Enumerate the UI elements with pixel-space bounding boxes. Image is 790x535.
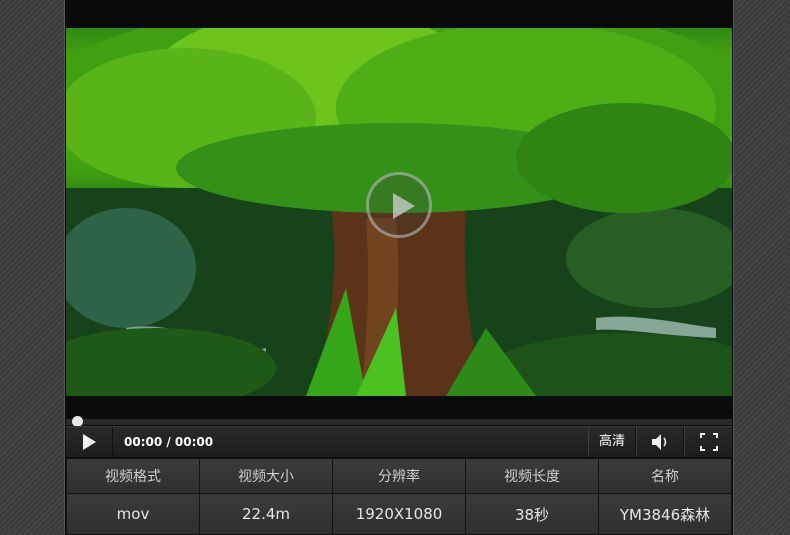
header-duration: 视频长度 <box>465 458 599 494</box>
header-format: 视频格式 <box>66 458 200 494</box>
header-name: 名称 <box>598 458 732 494</box>
value-size: 22.4m <box>199 493 333 535</box>
play-icon <box>83 434 96 450</box>
time-display: 00:00 / 00:00 <box>124 435 214 449</box>
progress-bar[interactable] <box>66 416 732 427</box>
control-bar: 00:00 / 00:00 高清 <box>66 426 732 457</box>
player-top-bar <box>65 0 733 28</box>
value-name: YM3846森林 <box>598 493 732 535</box>
info-header-row: 视频格式 视频大小 分辨率 视频长度 名称 <box>66 458 732 494</box>
fullscreen-icon <box>700 433 718 451</box>
video-info-table: 视频格式 视频大小 分辨率 视频长度 名称 mov 22.4m 1920X108… <box>66 458 732 535</box>
value-format: mov <box>66 493 200 535</box>
volume-icon <box>652 434 667 450</box>
value-duration: 38秒 <box>465 493 599 535</box>
header-size: 视频大小 <box>199 458 333 494</box>
info-value-row: mov 22.4m 1920X1080 38秒 YM3846森林 <box>66 493 732 535</box>
volume-button[interactable] <box>636 427 684 457</box>
video-player: 00:00 / 00:00 高清 视频格式 视频大小 分辨率 视频长度 名称 m… <box>64 0 734 535</box>
play-circle-icon[interactable] <box>366 172 432 238</box>
header-resolution: 分辨率 <box>332 458 466 494</box>
video-frame[interactable] <box>66 28 732 396</box>
fullscreen-button[interactable] <box>684 427 733 457</box>
quality-button[interactable]: 高清 <box>588 427 636 457</box>
value-resolution: 1920X1080 <box>332 493 466 535</box>
play-button[interactable] <box>66 427 113 457</box>
